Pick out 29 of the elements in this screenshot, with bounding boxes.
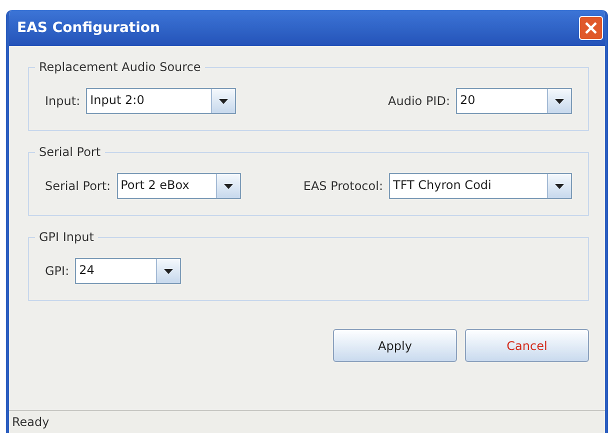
dropdown-button[interactable]	[216, 174, 240, 198]
caret-icon	[224, 184, 233, 188]
status-text: Ready	[12, 415, 50, 429]
field-label: Audio PID:	[388, 94, 450, 108]
field-label: GPI:	[45, 264, 70, 278]
apply-button[interactable]: Apply	[333, 329, 457, 362]
close-button[interactable]	[579, 16, 603, 40]
dropdown-button[interactable]	[547, 174, 571, 198]
field-label: EAS Protocol:	[303, 179, 383, 193]
dropdown[interactable]: Input 2:0	[86, 88, 236, 114]
group-title: Serial Port	[38, 145, 102, 159]
dropdown-button[interactable]	[156, 259, 180, 283]
group-title: GPI Input	[38, 230, 95, 244]
dropdown[interactable]: 24	[75, 258, 182, 284]
dropdown[interactable]: TFT Chyron Codi	[389, 173, 572, 199]
group-title: Replacement Audio Source	[38, 60, 202, 74]
field-label: Serial Port:	[45, 179, 111, 193]
window-title: EAS Configuration	[17, 20, 160, 36]
field-label: Input:	[45, 94, 80, 108]
close-icon	[585, 22, 597, 34]
dropdown[interactable]: 20	[456, 88, 572, 114]
caret-icon	[555, 98, 564, 104]
caret-icon	[219, 98, 228, 104]
dropdown-button[interactable]	[211, 89, 236, 113]
dropdown[interactable]: Port 2 eBox	[116, 173, 241, 199]
cancel-button[interactable]: Cancel	[465, 329, 589, 362]
dropdown-button[interactable]	[547, 89, 571, 113]
caret-icon	[164, 268, 174, 274]
caret-icon	[555, 184, 564, 188]
